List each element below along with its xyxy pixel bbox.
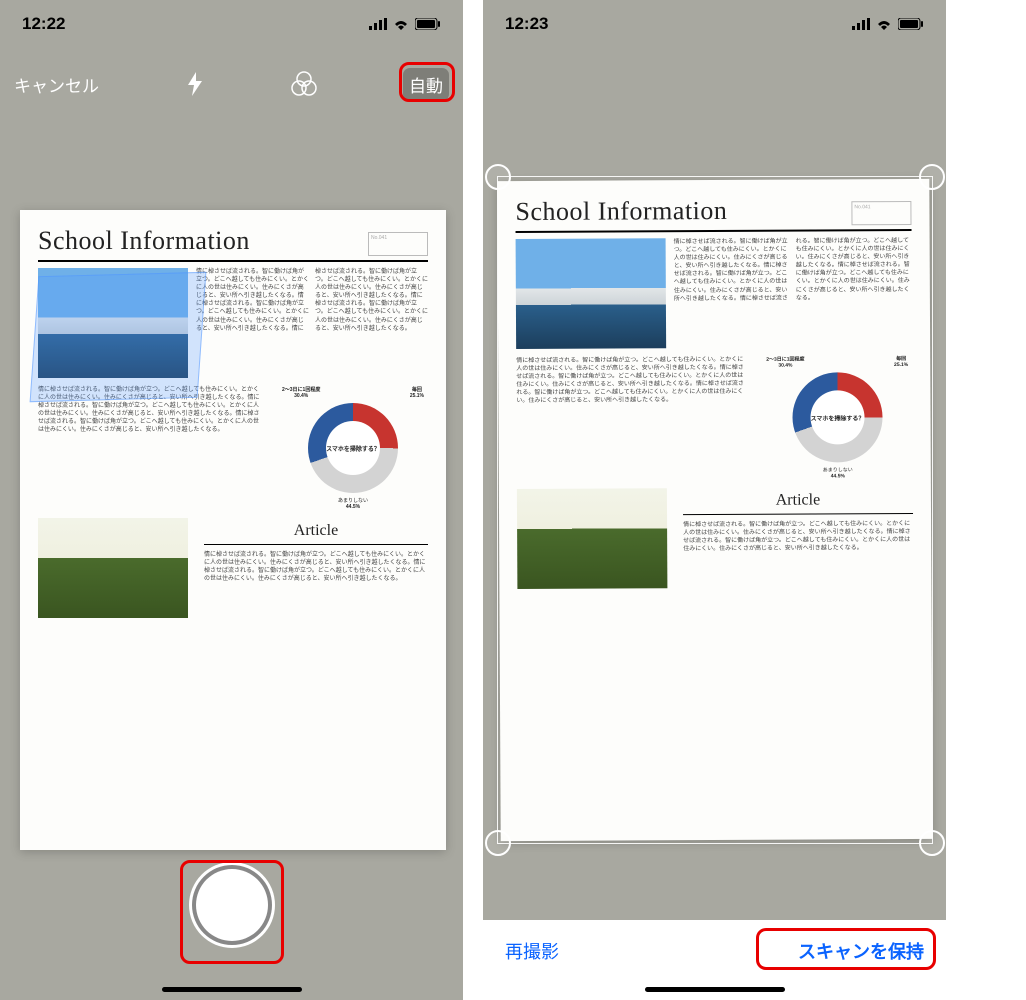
auto-mode-button[interactable]: 自動 [403, 68, 449, 101]
doc-stamp: No.041 [368, 232, 428, 256]
filter-icon[interactable] [291, 71, 317, 97]
signal-icon [369, 18, 387, 30]
phone-screenshot-scanner-camera: 12:22 キャンセル 自動 School Information No.041… [0, 0, 463, 1000]
status-bar: 12:22 [0, 4, 463, 44]
doc-photo-forest [38, 518, 188, 618]
wifi-icon [392, 18, 410, 30]
doc-text-columns: 情に棹させば流される。智に働けば角が立つ。どこへ越しても住みにくい。とかくに人の… [196, 268, 428, 378]
detection-overlay [30, 272, 207, 402]
doc-title: School Information [38, 226, 250, 256]
article-heading: Article [204, 522, 428, 540]
donut-chart: スマホを掃除する？ [308, 403, 398, 493]
shutter-button[interactable] [196, 869, 268, 941]
status-time: 12:23 [505, 14, 548, 34]
scanned-document-preview: School Information No.041 情に棹させば流される。智に働… [20, 210, 446, 850]
doc-text-block: 情に棹させば流される。智に働けば角が立つ。どこへ越しても住みにくい。とかくに人の… [38, 386, 262, 510]
cancel-button[interactable]: キャンセル [14, 72, 99, 97]
phone-screenshot-scan-confirm: 12:23 School Information No.041 情に棹させば流さ… [483, 0, 946, 1000]
article-text: 情に棹させば流される。智に働けば角が立つ。どこへ越しても住みにくい。とかくに人の… [204, 551, 428, 583]
status-bar: 12:23 [483, 4, 946, 44]
status-icons [369, 18, 441, 30]
home-indicator [645, 987, 785, 992]
crop-handle-bottom-right[interactable] [919, 830, 945, 856]
donut-chart-block: 2～3日に1回程度30.4% 毎回25.1% スマホを掃除する？ あまりしない4… [278, 386, 428, 510]
crop-handle-top-right[interactable] [919, 164, 945, 190]
signal-icon [852, 18, 870, 30]
camera-toolbar: キャンセル 自動 [0, 60, 463, 108]
shutter-wrap [196, 869, 268, 946]
status-time: 12:22 [22, 14, 65, 34]
crop-handle-top-left[interactable] [485, 164, 511, 190]
battery-icon [898, 18, 924, 30]
wifi-icon [875, 18, 893, 30]
crop-handle-bottom-left[interactable] [485, 830, 511, 856]
save-scan-button[interactable]: スキャンを保持 [798, 938, 924, 964]
home-indicator [162, 987, 302, 992]
battery-icon [415, 18, 441, 30]
status-icons [852, 18, 924, 30]
flash-icon[interactable] [185, 72, 205, 96]
retake-button[interactable]: 再撮影 [505, 938, 559, 964]
crop-frame[interactable] [497, 176, 933, 844]
